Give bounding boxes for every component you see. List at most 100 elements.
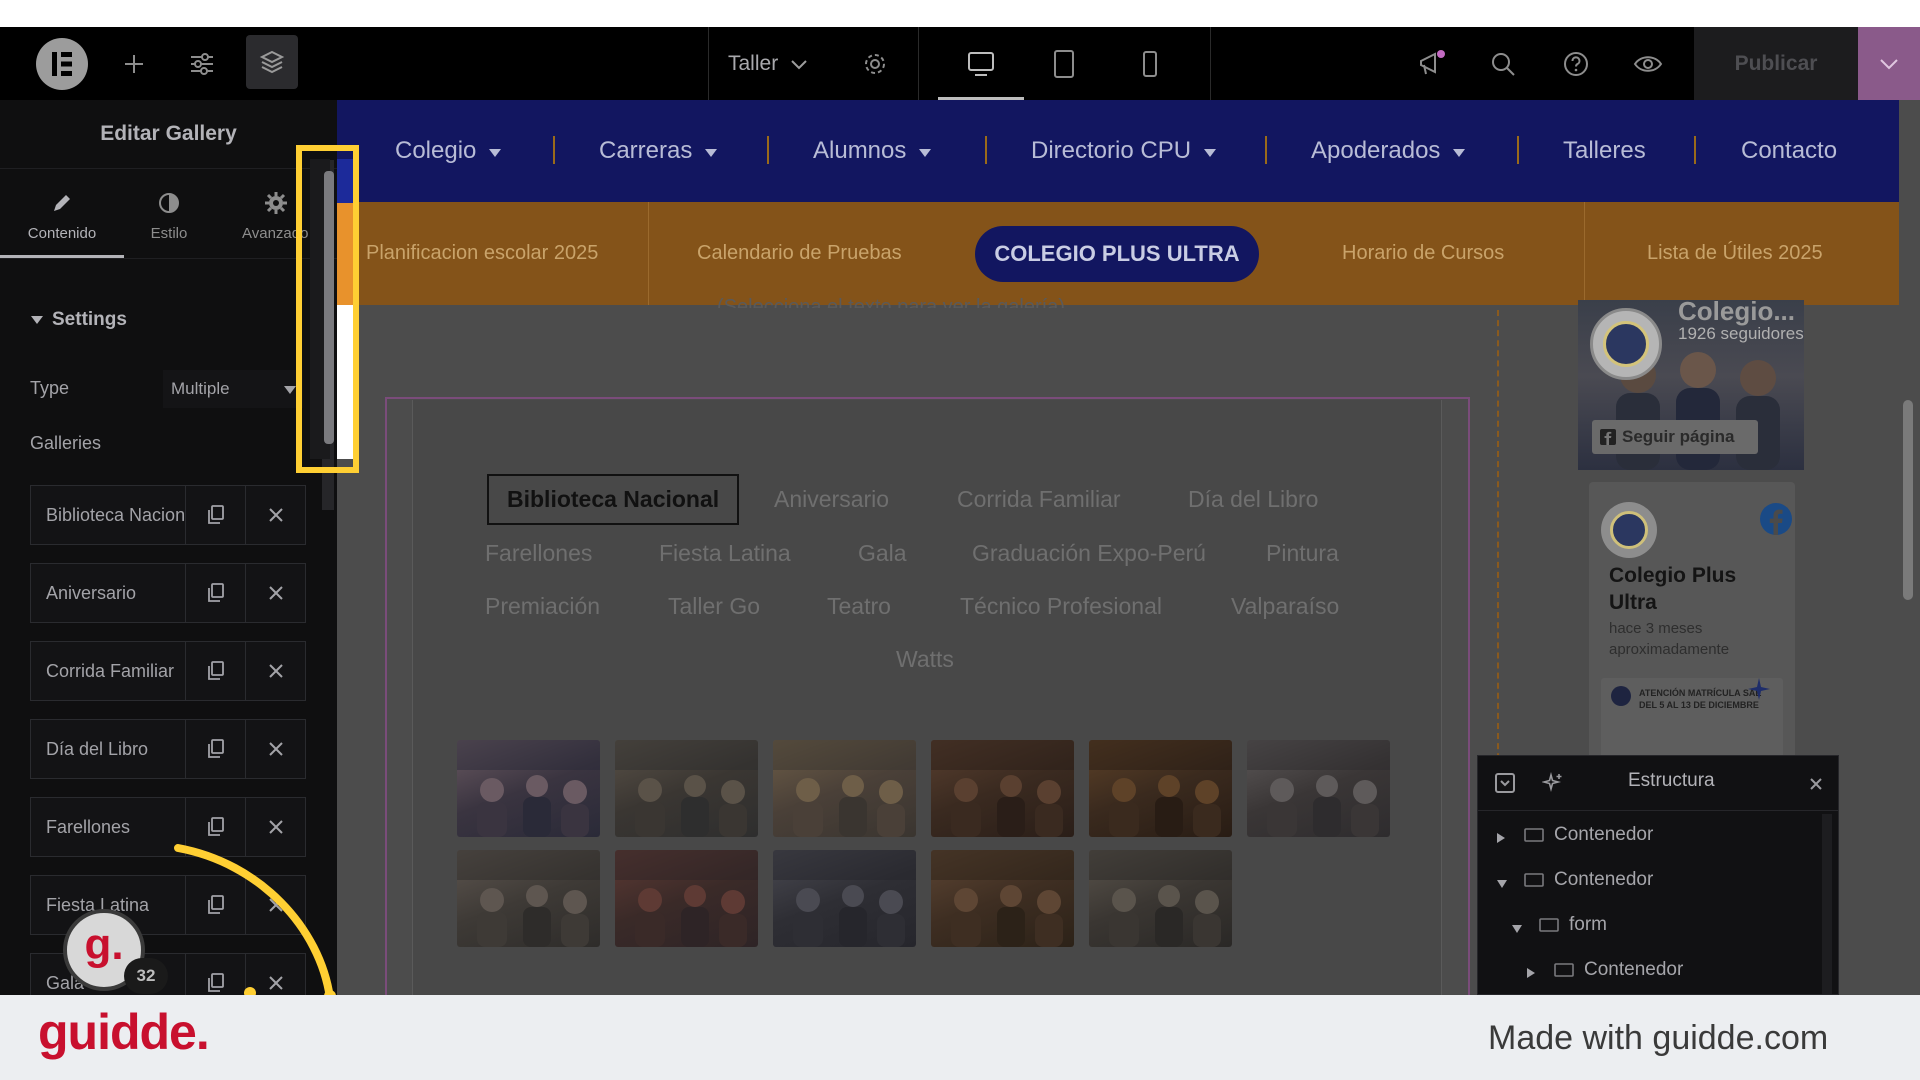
structure-layers-icon[interactable] [246, 35, 298, 89]
subnav-active-pill[interactable]: COLEGIO PLUS ULTRA [975, 226, 1259, 282]
subnav-item[interactable]: Planificacion escolar 2025 [366, 202, 598, 305]
type-select[interactable]: Multiple [163, 370, 303, 408]
page-settings-gear-icon[interactable] [860, 27, 890, 100]
collapse-all-icon[interactable] [1494, 772, 1516, 794]
gallery-tab[interactable]: Gala [858, 540, 907, 567]
nav-item[interactable]: Talleres [1563, 100, 1646, 202]
duplicate-icon [207, 583, 224, 602]
nav-item-label: Alumnos [813, 137, 907, 164]
topbar-divider [1210, 27, 1211, 100]
publish-button[interactable]: Publicar [1694, 27, 1858, 100]
close-icon[interactable] [1808, 776, 1824, 792]
container-icon [1524, 827, 1544, 849]
nav-item[interactable]: Contacto [1741, 100, 1837, 202]
desktop-view-icon[interactable] [938, 27, 1024, 100]
remove-button[interactable] [245, 720, 305, 778]
gallery-tab[interactable]: Watts [896, 646, 954, 673]
duplicate-button[interactable] [185, 720, 245, 778]
remove-button[interactable] [245, 486, 305, 544]
gallery-thumbnail[interactable] [773, 850, 916, 947]
estructura-row[interactable]: Contenedor [1478, 948, 1818, 993]
estructura-scrollbar[interactable] [1822, 814, 1832, 994]
gallery-tab[interactable]: Valparaíso [1231, 593, 1339, 620]
gallery-tab[interactable]: Premiación [485, 593, 600, 620]
tab-contenido[interactable]: Contenido [0, 185, 124, 258]
gear-icon [265, 192, 287, 214]
caret-down-icon[interactable] [1511, 918, 1523, 940]
caret-down-icon [476, 137, 502, 165]
half-circle-icon [159, 193, 179, 213]
add-element-icon[interactable] [114, 27, 154, 100]
duplicate-button[interactable] [185, 642, 245, 700]
caret-down-icon[interactable] [1496, 873, 1508, 895]
nav-item-label: Talleres [1563, 137, 1646, 164]
gallery-thumbnail[interactable] [931, 850, 1074, 947]
nav-separator [767, 136, 769, 164]
gallery-item-row[interactable]: Biblioteca Nacional [30, 485, 306, 545]
nav-item[interactable]: Apoderados [1311, 100, 1466, 202]
duplicate-button[interactable] [185, 486, 245, 544]
gallery-item-row[interactable]: Día del Libro [30, 719, 306, 779]
mobile-view-icon[interactable] [1130, 27, 1170, 100]
caret-right-icon[interactable] [1526, 963, 1536, 985]
gallery-tab[interactable]: Técnico Profesional [960, 593, 1162, 620]
gallery-tab[interactable]: Día del Libro [1188, 486, 1318, 513]
gallery-tab[interactable]: Taller Go [668, 593, 760, 620]
nav-item[interactable]: Carreras [599, 100, 718, 202]
estructura-row[interactable]: form [1478, 903, 1818, 948]
estructura-row[interactable]: Contenedor [1478, 813, 1818, 858]
post-snippet-line-1: ATENCIÓN MATRÍCULA SAE [1639, 688, 1762, 698]
estructura-row[interactable]: Contenedor [1478, 858, 1818, 903]
nav-item[interactable]: Colegio [395, 100, 502, 202]
ai-sparkle-icon[interactable] [1542, 772, 1564, 794]
notifications-megaphone-icon[interactable] [1414, 27, 1450, 100]
nav-item[interactable]: Alumnos [813, 100, 932, 202]
gallery-thumbnail[interactable] [931, 740, 1074, 837]
nav-separator [1517, 136, 1519, 164]
gallery-tab[interactable]: Fiesta Latina [659, 540, 791, 567]
chevron-down-icon [1880, 58, 1898, 69]
fb-follow-button[interactable]: Seguir página [1592, 420, 1758, 454]
publish-options-button[interactable] [1858, 27, 1920, 100]
settings-section-toggle[interactable]: Settings [30, 305, 127, 335]
subnav-item[interactable]: Lista de Útiles 2025 [1647, 202, 1823, 305]
gallery-thumbnail[interactable] [1089, 740, 1232, 837]
search-icon[interactable] [1486, 27, 1520, 100]
remove-button[interactable] [245, 642, 305, 700]
gallery-tab[interactable]: Corrida Familiar [957, 486, 1121, 513]
caret-down-icon [906, 137, 932, 165]
gallery-thumbnail[interactable] [457, 740, 600, 837]
gallery-tab[interactable]: Aniversario [774, 486, 889, 513]
post-author-avatar [1601, 502, 1657, 558]
gallery-tab[interactable]: Pintura [1266, 540, 1339, 567]
gallery-item-row[interactable]: Corrida Familiar [30, 641, 306, 701]
gallery-thumbnail[interactable] [615, 740, 758, 837]
gallery-tab[interactable]: Graduación Expo-Perú [972, 540, 1206, 567]
gallery-item-title: Corrida Familiar [46, 661, 175, 681]
facebook-icon[interactable] [1759, 502, 1793, 536]
help-icon[interactable] [1558, 27, 1594, 100]
gallery-thumbnail[interactable] [773, 740, 916, 837]
subnav-item[interactable]: Horario de Cursos [1342, 202, 1504, 305]
remove-button[interactable] [245, 564, 305, 622]
gallery-thumbnail[interactable] [1089, 850, 1232, 947]
preview-eye-icon[interactable] [1630, 27, 1666, 100]
gallery-tab[interactable]: Farellones [485, 540, 592, 567]
gallery-tab[interactable]: Teatro [827, 593, 891, 620]
gallery-tab-active[interactable]: Biblioteca Nacional [487, 474, 740, 525]
caret-right-icon[interactable] [1496, 828, 1506, 850]
elementor-logo-icon[interactable] [34, 27, 90, 100]
gallery-item-row[interactable]: Aniversario [30, 563, 306, 623]
tab-estilo[interactable]: Estilo [124, 185, 214, 258]
tablet-view-icon[interactable] [1044, 27, 1084, 100]
canvas-scrollbar-thumb[interactable] [1903, 400, 1913, 600]
gallery-thumbnail[interactable] [1247, 740, 1390, 837]
nav-item[interactable]: Directorio CPU [1031, 100, 1217, 202]
gallery-thumbnail[interactable] [457, 850, 600, 947]
gallery-thumbnail[interactable] [615, 850, 758, 947]
nav-item-label: Apoderados [1311, 137, 1441, 164]
site-settings-icon[interactable] [182, 27, 222, 100]
highlighted-scrollbar-thumb[interactable] [324, 171, 334, 444]
duplicate-button[interactable] [185, 564, 245, 622]
page-selector[interactable]: Taller [728, 27, 828, 100]
